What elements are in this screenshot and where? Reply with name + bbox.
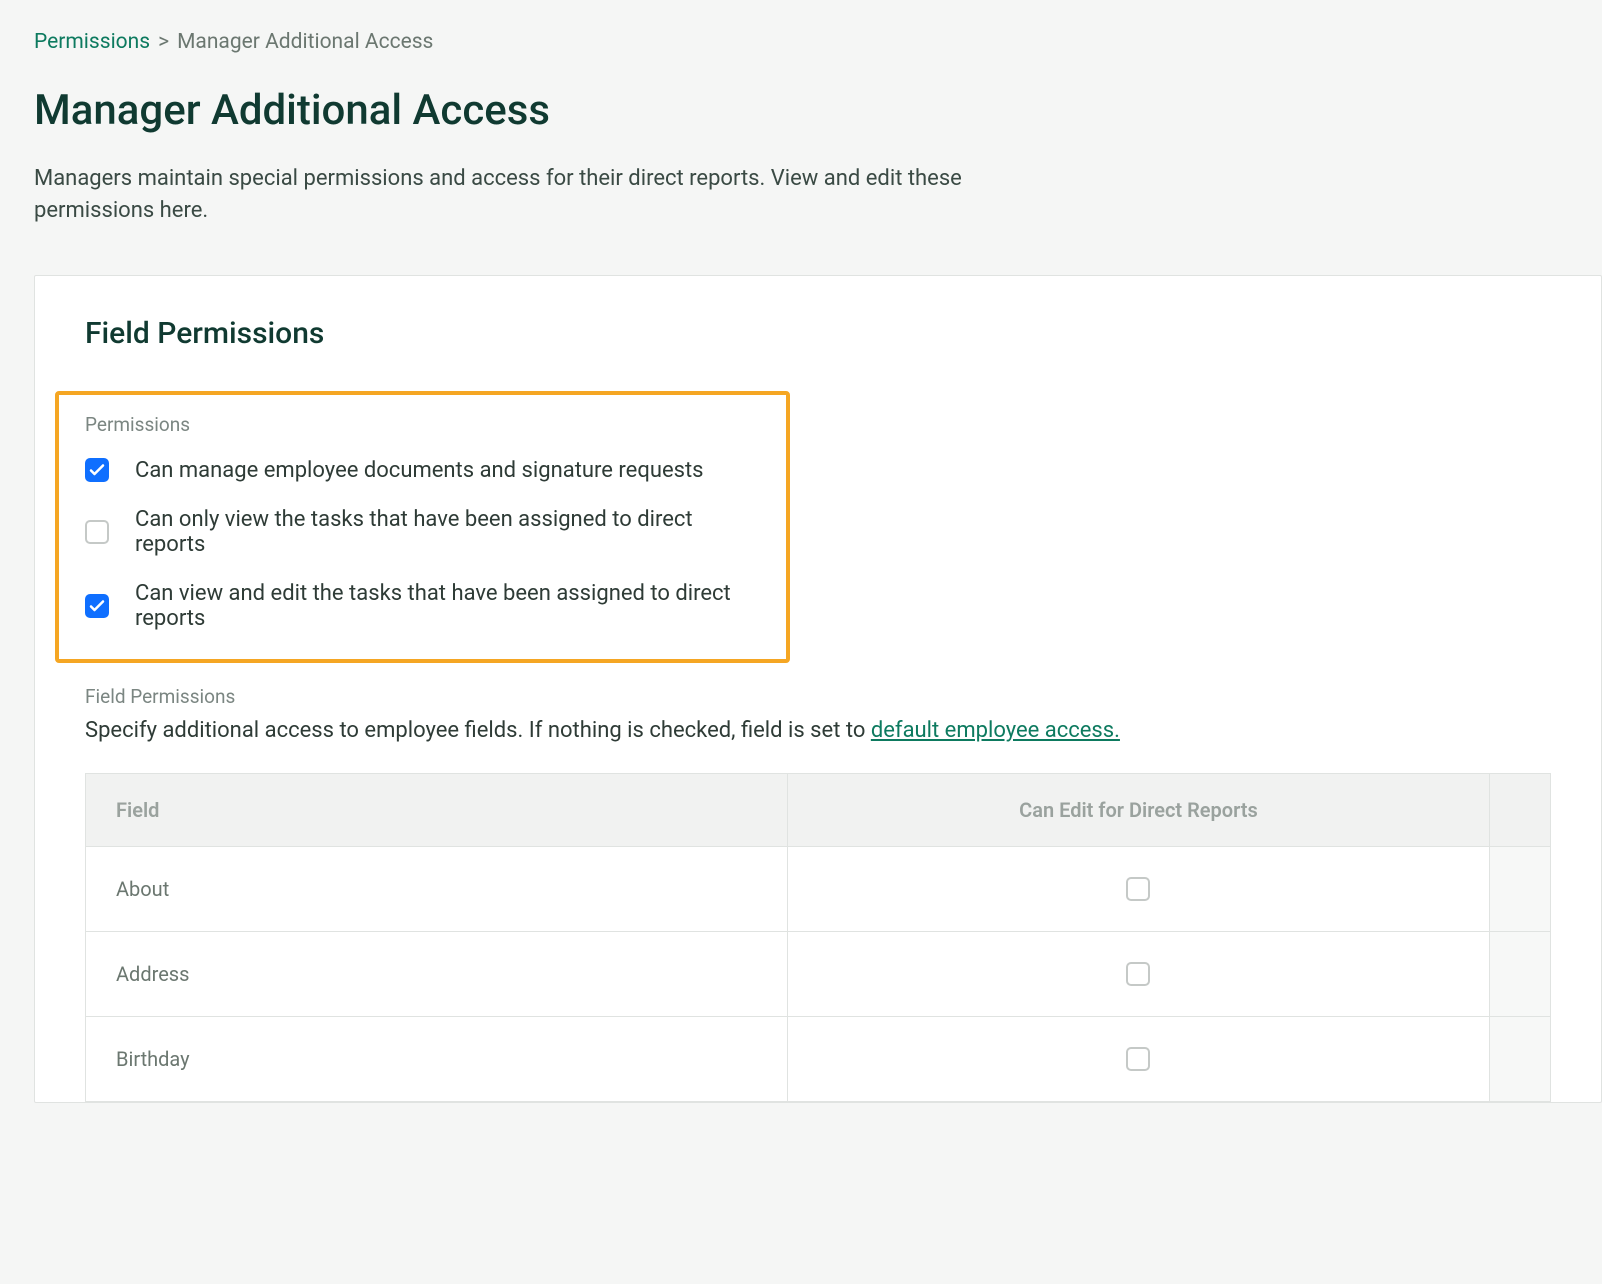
permission-checkbox-manage-documents[interactable] xyxy=(85,458,109,482)
breadcrumb: Permissions > Manager Additional Access xyxy=(34,30,1602,54)
breadcrumb-current: Manager Additional Access xyxy=(177,30,433,54)
field-permissions-label: Field Permissions xyxy=(85,685,1551,708)
page-title: Manager Additional Access xyxy=(34,86,1602,135)
permission-checkbox-view-tasks[interactable] xyxy=(85,520,109,544)
permissions-label: Permissions xyxy=(85,413,760,436)
field-name: Birthday xyxy=(86,1016,788,1101)
field-permissions-description: Specify additional access to employee fi… xyxy=(85,718,1551,743)
table-header-can-edit: Can Edit for Direct Reports xyxy=(788,773,1490,846)
permission-row: Can only view the tasks that have been a… xyxy=(85,507,760,557)
breadcrumb-separator: > xyxy=(158,30,169,54)
field-name: About xyxy=(86,846,788,931)
field-permissions-card: Field Permissions Permissions Can manage… xyxy=(34,275,1602,1103)
permissions-highlight-box: Permissions Can manage employee document… xyxy=(55,391,790,663)
card-title: Field Permissions xyxy=(85,316,1551,351)
field-permissions-table: Field Can Edit for Direct Reports About … xyxy=(85,773,1551,1102)
check-icon xyxy=(89,598,105,614)
table-header-field: Field xyxy=(86,773,788,846)
field-checkbox-address[interactable] xyxy=(1126,962,1150,986)
permission-row: Can manage employee documents and signat… xyxy=(85,458,760,483)
table-header-spacer xyxy=(1489,773,1550,846)
table-row: Birthday xyxy=(86,1016,1551,1101)
check-icon xyxy=(89,462,105,478)
permission-label: Can manage employee documents and signat… xyxy=(135,458,704,483)
page-description: Managers maintain special permissions an… xyxy=(34,163,1054,227)
field-name: Address xyxy=(86,931,788,1016)
table-row: About xyxy=(86,846,1551,931)
table-row: Address xyxy=(86,931,1551,1016)
default-employee-access-link[interactable]: default employee access. xyxy=(871,718,1120,743)
permission-label: Can view and edit the tasks that have be… xyxy=(135,581,760,631)
permission-checkbox-edit-tasks[interactable] xyxy=(85,594,109,618)
permission-row: Can view and edit the tasks that have be… xyxy=(85,581,760,631)
field-checkbox-birthday[interactable] xyxy=(1126,1047,1150,1071)
permission-label: Can only view the tasks that have been a… xyxy=(135,507,760,557)
breadcrumb-link-permissions[interactable]: Permissions xyxy=(34,30,150,54)
field-checkbox-about[interactable] xyxy=(1126,877,1150,901)
